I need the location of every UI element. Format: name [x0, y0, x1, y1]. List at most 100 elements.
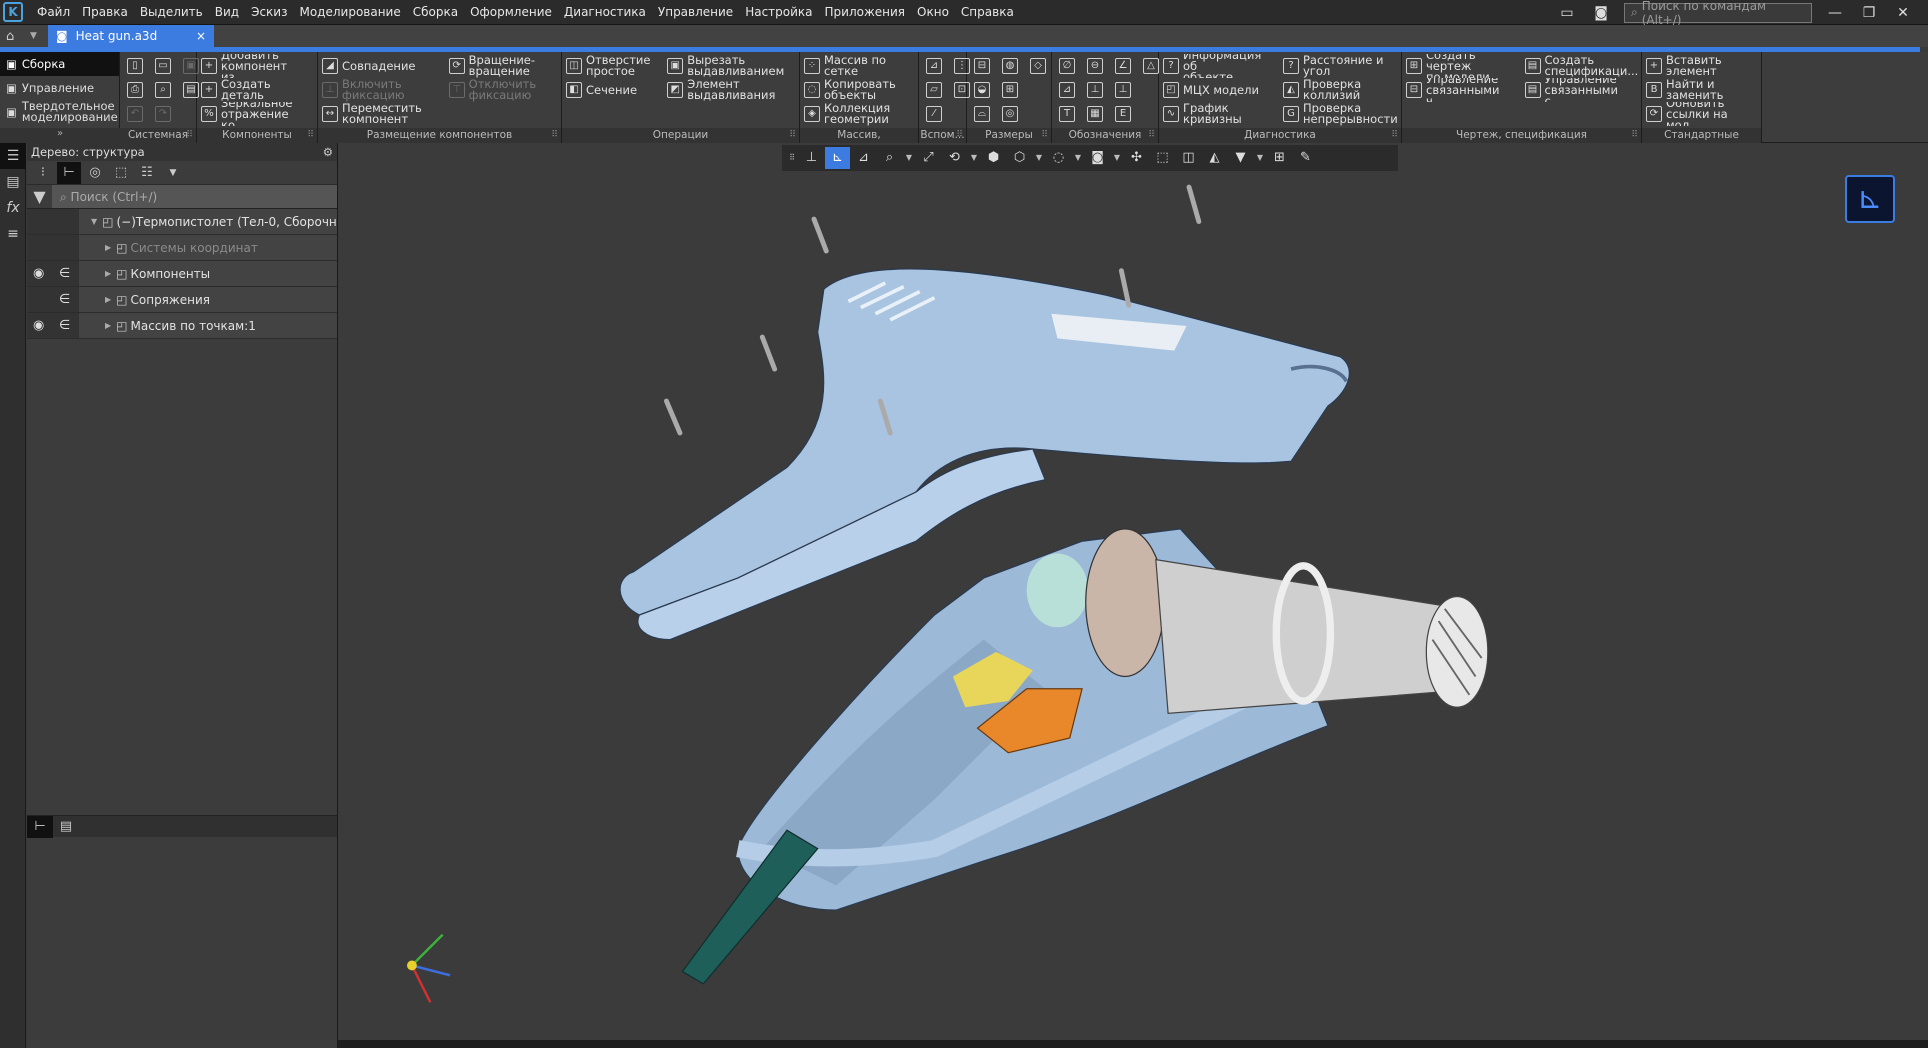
shaded-display-icon[interactable]: ⬢ — [981, 147, 1006, 169]
menu-item-11[interactable]: Приложения — [819, 5, 912, 19]
height-dim-button[interactable]: ⌓ — [971, 102, 993, 126]
arc-dim-button[interactable]: ◎ — [999, 102, 1021, 126]
tree-row[interactable]: ∈ ▶ ◰ Сопряжения — [27, 287, 337, 313]
wireframe-icon[interactable]: ⬡ — [1007, 147, 1032, 169]
rotation-button[interactable]: ⟳ Вращение- вращение — [448, 54, 557, 78]
dropdown-arrow-icon[interactable]: ▼ — [1033, 147, 1045, 169]
preview-button[interactable]: ⌕ — [152, 78, 174, 102]
panel-layout-icon[interactable]: ▭ — [1556, 5, 1578, 21]
include-icon[interactable]: ∈ — [59, 266, 70, 281]
restore-button[interactable]: ❐ — [1858, 5, 1880, 21]
orientation-icon[interactable]: ⊥ — [799, 147, 824, 169]
menu-item-8[interactable]: Диагностика — [558, 5, 652, 19]
extrude-button[interactable]: ◩ Элемент выдавливания — [667, 78, 795, 102]
menu-item-9[interactable]: Управление — [652, 5, 739, 19]
curvature-button[interactable]: ∿ График кривизны — [1163, 102, 1277, 126]
mass-properties-button[interactable]: ◰ МЦХ модели — [1163, 78, 1277, 102]
menu-item-3[interactable]: Вид — [209, 5, 245, 19]
linked-drawings-button[interactable]: ⊟ Управление связанными ч... — [1406, 78, 1519, 102]
redo-button[interactable]: ↷ — [152, 102, 174, 126]
tree-row[interactable]: ◉ ∈ ▶ ◰ Массив по точкам:1 — [27, 313, 337, 339]
grid-pattern-button[interactable]: ⁘ Массив по сетке — [804, 54, 914, 78]
menu-item-4[interactable]: Эскиз — [245, 5, 293, 19]
list-tab-icon[interactable]: ▤ — [53, 816, 79, 838]
section-button[interactable]: ◧ Сечение — [566, 78, 661, 102]
expand-arrow-icon[interactable]: ▶ — [105, 269, 111, 278]
properties-panel-icon[interactable]: ▤ — [0, 169, 26, 195]
normal-to-icon[interactable]: ⊿ — [851, 147, 876, 169]
toolbar-grip-icon[interactable]: ⠿ — [786, 147, 798, 169]
numbered-view-icon[interactable]: ⁝ — [31, 162, 55, 184]
dropdown-arrow-icon[interactable]: ▼ — [1072, 147, 1084, 169]
ribbon-tab-1[interactable]: ▣ Управление — [0, 76, 119, 100]
visibility-eye-icon[interactable]: ◉ — [33, 266, 49, 281]
view-cube-icon[interactable]: ⊾ — [825, 147, 850, 169]
create-part-button[interactable]: + Создать деталь — [201, 78, 313, 102]
kompas-logo-icon[interactable]: K — [3, 2, 23, 22]
dropdown-icon[interactable]: ▼ — [161, 162, 185, 184]
filter-list-icon[interactable]: ☷ — [135, 162, 159, 184]
update-links-button[interactable]: ⟳ Обновить ссылки на мод... — [1646, 102, 1757, 126]
radius-dim-button[interactable]: ◍ — [999, 54, 1021, 78]
menu-item-6[interactable]: Сборка — [407, 5, 464, 19]
tolerance-button[interactable]: E — [1112, 102, 1134, 126]
command-search-input[interactable]: ⌕ Поиск по командам (Alt+/) — [1624, 0, 1812, 27]
weld-button[interactable]: ∠ — [1112, 54, 1134, 78]
menu-item-1[interactable]: Правка — [76, 5, 134, 19]
ribbon-tab-0[interactable]: ▣ Сборка — [0, 52, 119, 76]
filter-icon[interactable]: ▼ — [27, 185, 52, 208]
explode-icon[interactable]: ✣ — [1124, 147, 1149, 169]
variables-fx-icon[interactable]: fx — [0, 195, 26, 221]
structure-view-icon[interactable]: ⊢ — [57, 161, 81, 184]
diameter-dim-button[interactable]: ⊞ — [999, 78, 1021, 102]
distance-angle-button[interactable]: ? Расстояние и угол — [1283, 54, 1397, 78]
undo-button[interactable]: ↶ — [124, 102, 146, 126]
menu-item-10[interactable]: Настройка — [739, 5, 818, 19]
select-view-icon[interactable]: ⬚ — [109, 162, 133, 184]
object-info-button[interactable]: ? Информация об объекте — [1163, 54, 1277, 78]
add-component-button[interactable]: + Добавить компонент из... — [201, 54, 313, 78]
document-tab[interactable]: ◙ Heat gun.a3d × — [48, 25, 214, 47]
rotate-icon[interactable]: ⟲ — [942, 147, 967, 169]
zoom-icon[interactable]: ⌕ — [877, 147, 902, 169]
tree-row[interactable]: ▶ ◰ Системы координат — [27, 235, 337, 261]
layers-icon[interactable]: ◫ — [1176, 147, 1201, 169]
position-button[interactable]: ⊥ — [1084, 78, 1106, 102]
dropdown-arrow-icon[interactable]: ▼ — [968, 147, 980, 169]
copy-objects-button[interactable]: ◌ Копировать объекты — [804, 78, 914, 102]
tree-row[interactable]: ◉ ∈ ▶ ◰ Компоненты — [27, 261, 337, 287]
continuity-check-button[interactable]: G Проверка непрерывности — [1283, 102, 1397, 126]
fix-on-button[interactable]: ⊥ Включить фиксацию — [322, 78, 443, 102]
tree-search-input[interactable]: ⌕ Поиск (Ctrl+/) — [52, 185, 337, 208]
cut-extrude-button[interactable]: ▣ Вырезать выдавливанием — [667, 54, 795, 78]
create-spec-button[interactable]: ▤ Создать спецификаци... — [1524, 54, 1637, 78]
print-button[interactable]: ⎙ — [124, 78, 146, 102]
menu-item-13[interactable]: Справка — [955, 5, 1020, 19]
measure-icon[interactable]: ⊞ — [1267, 147, 1292, 169]
fix-off-button[interactable]: ⊤ Отключить фиксацию — [448, 78, 557, 102]
new-file-button[interactable]: ▯ — [124, 54, 146, 78]
close-tab-icon[interactable]: × — [196, 29, 206, 43]
geometry-collection-button[interactable]: ◈ Коллекция геометрии — [804, 102, 914, 126]
roughness-button[interactable]: ∅ — [1056, 54, 1078, 78]
zoom-fit-icon[interactable]: ⤢ — [916, 147, 941, 169]
include-icon[interactable]: ∈ — [59, 318, 70, 333]
create-drawing-button[interactable]: ⊞ Создать чертеж по модели — [1406, 54, 1519, 78]
expand-arrow-icon[interactable]: ▶ — [105, 321, 111, 330]
collapse-arrow-icon[interactable]: ▼ — [91, 217, 97, 226]
insert-element-button[interactable]: + Вставить элемент — [1646, 54, 1757, 78]
tree-panel-icon[interactable]: ☰ — [0, 143, 26, 169]
tree-row[interactable]: ▼ ◰(−)Термопистолет (Тел-0, Сборочных е — [27, 209, 337, 235]
components-view-icon[interactable]: ◎ — [83, 162, 107, 184]
expand-arrow-icon[interactable]: ▶ — [105, 243, 111, 252]
hole-button[interactable]: ◫ Отверстие простое — [566, 54, 661, 78]
mark-button[interactable]: ⊥ — [1112, 78, 1134, 102]
include-icon[interactable]: ∈ — [59, 292, 70, 307]
menu-item-0[interactable]: Файл — [31, 5, 76, 19]
collision-check-button[interactable]: ◭ Проверка коллизий — [1283, 78, 1397, 102]
3d-viewport[interactable] — [338, 143, 1928, 1048]
linked-specs-button[interactable]: ▤ Управление связанными с... — [1524, 78, 1638, 102]
display-filter-icon[interactable]: ◭ — [1202, 147, 1227, 169]
visibility-eye-icon[interactable]: ◉ — [33, 318, 49, 333]
kompas-cloud-logo-icon[interactable]: ⊾ — [1845, 175, 1895, 223]
